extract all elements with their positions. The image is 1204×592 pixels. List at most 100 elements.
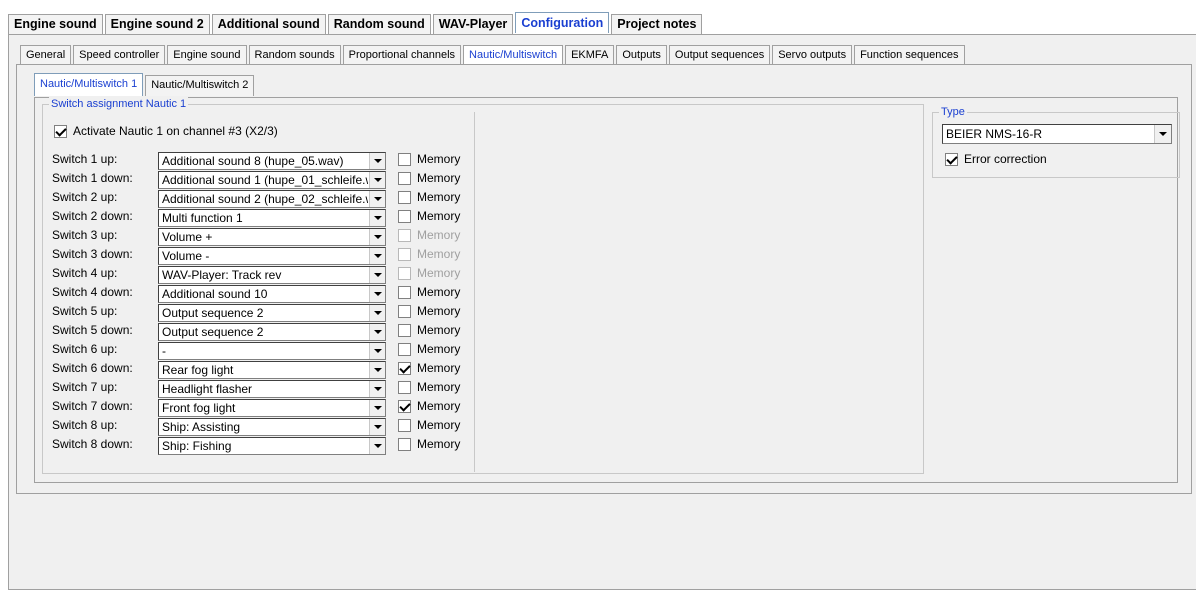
tab-project-notes[interactable]: Project notes [611,14,703,34]
memory-label: Memory [417,342,461,356]
switch-action-select[interactable]: Additional sound 8 (hupe_05.wav) [158,152,386,170]
switch-action-select[interactable]: Output sequence 2 [158,304,386,322]
switch-action-select[interactable]: Additional sound 1 (hupe_01_schleife.wav… [158,171,386,189]
switch-label: Switch 2 up: [52,190,118,204]
switch-action-select[interactable]: Volume - [158,247,386,265]
switch-action-value: Ship: Assisting [162,420,241,434]
memory-checkbox[interactable] [398,153,411,166]
memory-checkbox[interactable] [398,324,411,337]
switch-row: Switch 1 up: Additional sound 8 (hupe_05.… [52,150,482,170]
subtab-proportional-channels[interactable]: Proportional channels [342,45,462,65]
chevron-down-icon[interactable] [369,324,385,340]
activate-nautic-checkbox-row[interactable]: Activate Nautic 1 on channel #3 (X2/3) [54,124,278,138]
switch-label: Switch 6 up: [52,342,118,356]
chevron-down-icon[interactable] [369,362,385,378]
chevron-down-icon[interactable] [369,305,385,321]
memory-checkbox[interactable] [398,362,411,375]
chevron-down-icon[interactable] [369,210,385,226]
switch-action-select[interactable]: Headlight flasher [158,380,386,398]
switch-row: Switch 1 down: Additional sound 1 (hupe_0… [52,169,482,189]
chevron-down-icon[interactable] [369,191,385,207]
switch-row: Switch 6 up: - Memory [52,340,482,360]
switch-label: Switch 3 up: [52,228,118,242]
switch-action-select[interactable]: Additional sound 10 [158,285,386,303]
switch-assignment-title: Switch assignment Nautic 1 [49,97,189,111]
memory-checkbox[interactable] [398,400,411,413]
tab-random-sound[interactable]: Random sound [327,14,431,34]
subtab-nautic-multiswitch[interactable]: Nautic/Multiswitch [463,45,564,65]
switch-action-value: Output sequence 2 [162,325,264,339]
chevron-down-icon[interactable] [369,267,385,283]
switch-action-select[interactable]: Additional sound 2 (hupe_02_schleife.wav… [158,190,386,208]
switch-action-select[interactable]: Front fog light [158,399,386,417]
memory-checkbox[interactable] [398,191,411,204]
tab-wav-player[interactable]: WAV-Player [432,14,514,34]
memory-checkbox[interactable] [398,419,411,432]
top-tab-bar: Engine sound Engine sound 2 Additional sou… [8,12,704,34]
memory-checkbox [398,248,411,261]
chevron-down-icon[interactable] [369,438,385,454]
switch-action-select[interactable]: Output sequence 2 [158,323,386,341]
chevron-down-icon[interactable] [369,419,385,435]
memory-checkbox[interactable] [398,343,411,356]
chevron-down-icon[interactable] [369,172,385,188]
tab-additional-sound[interactable]: Additional sound [211,14,326,34]
error-correction-checkbox-row[interactable]: Error correction [945,152,1047,166]
chevron-down-icon[interactable] [369,400,385,416]
switch-action-select[interactable]: Rear fog light [158,361,386,379]
type-select[interactable]: BEIER NMS-16-R [942,124,1172,144]
subtab-function-sequences[interactable]: Function sequences [854,45,965,65]
switch-action-value: Additional sound 2 (hupe_02_schleife.wav… [162,192,368,206]
subtab-servo-outputs[interactable]: Servo outputs [772,45,853,65]
memory-label: Memory [417,304,461,318]
memory-checkbox[interactable] [398,210,411,223]
chevron-down-icon[interactable] [369,343,385,359]
switch-label: Switch 3 down: [52,247,133,261]
memory-checkbox[interactable] [398,305,411,318]
memory-checkbox[interactable] [398,381,411,394]
chevron-down-icon[interactable] [369,286,385,302]
memory-checkbox[interactable] [398,172,411,185]
innertab-nautic-multiswitch-2[interactable]: Nautic/Multiswitch 2 [145,75,255,96]
chevron-down-icon[interactable] [369,229,385,245]
switch-action-select[interactable]: - [158,342,386,360]
subtab-output-sequences[interactable]: Output sequences [668,45,771,65]
tab-engine-sound[interactable]: Engine sound [8,14,103,34]
switch-action-select[interactable]: Multi function 1 [158,209,386,227]
memory-label: Memory [417,247,461,261]
switch-action-select[interactable]: Volume + [158,228,386,246]
switch-action-value: Additional sound 10 [162,287,268,301]
memory-checkbox[interactable] [398,286,411,299]
switch-action-select[interactable]: Ship: Assisting [158,418,386,436]
chevron-down-icon[interactable] [369,381,385,397]
memory-label: Memory [417,361,461,375]
error-correction-checkbox[interactable] [945,152,958,166]
subtab-engine-sound[interactable]: Engine sound [167,45,247,65]
subtab-speed-controller[interactable]: Speed controller [73,45,166,65]
memory-checkbox[interactable] [398,438,411,451]
subtab-random-sounds[interactable]: Random sounds [248,45,341,65]
subtab-ekmfa[interactable]: EKMFA [565,45,615,65]
switch-label: Switch 8 down: [52,437,133,451]
activate-nautic-checkbox[interactable] [54,124,67,138]
tab-engine-sound-2[interactable]: Engine sound 2 [104,14,210,34]
switch-row: Switch 4 down: Additional sound 10 Memory [52,283,482,303]
subtab-outputs[interactable]: Outputs [616,45,667,65]
subtab-general[interactable]: General [20,45,72,65]
memory-label: Memory [417,418,461,432]
tab-configuration[interactable]: Configuration [515,12,610,33]
memory-label: Memory [417,209,461,223]
chevron-down-icon[interactable] [369,153,385,169]
error-correction-label: Error correction [964,152,1047,166]
switch-label: Switch 5 up: [52,304,118,318]
chevron-down-icon[interactable] [1154,125,1171,143]
switch-action-select[interactable]: Ship: Fishing [158,437,386,455]
switch-action-value: Additional sound 1 (hupe_01_schleife.wav… [162,173,368,187]
innertab-nautic-multiswitch-1[interactable]: Nautic/Multiswitch 1 [34,73,144,96]
chevron-down-icon[interactable] [369,248,385,264]
switch-action-value: WAV-Player: Track rev [162,268,282,282]
switch-row: Switch 8 up: Ship: Assisting Memory [52,416,482,436]
memory-label: Memory [417,399,461,413]
memory-label: Memory [417,190,461,204]
switch-action-select[interactable]: WAV-Player: Track rev [158,266,386,284]
